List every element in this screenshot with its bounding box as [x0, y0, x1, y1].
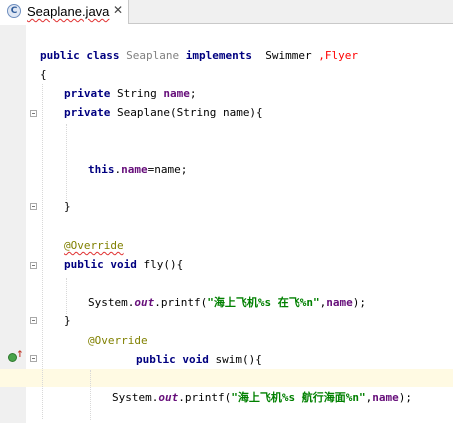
call-end: );: [352, 296, 366, 309]
code-line-11: @Override: [88, 334, 148, 348]
interface-name: Swimmer: [265, 49, 312, 62]
field-name: name: [163, 87, 190, 100]
brace: }: [64, 200, 71, 213]
keyword: private: [64, 106, 111, 119]
string-literal: "海上飞机%s 在飞%n": [207, 296, 320, 309]
keyword: this: [88, 163, 115, 176]
annotation: @Override: [88, 334, 148, 347]
code-line-6: }: [64, 200, 71, 214]
code-line-5: this.name=name;: [88, 163, 187, 177]
indent-guide: [90, 370, 91, 420]
keyword: public: [136, 353, 176, 366]
static-field: out: [158, 391, 179, 404]
java-class-icon: C: [7, 4, 21, 18]
method-signature: fly(){: [143, 258, 184, 271]
constructor-signature: Seaplane(String name){: [116, 106, 263, 119]
brace: {: [40, 68, 47, 81]
class-name: Seaplane: [126, 49, 180, 62]
keyword: void: [110, 258, 137, 271]
close-icon[interactable]: ✕: [113, 3, 123, 17]
fold-marker[interactable]: [30, 262, 37, 269]
string-literal: "海上飞机%s 航行海面%n": [231, 391, 366, 404]
tab-seaplane-java[interactable]: C Seaplane.java ✕: [0, 0, 129, 24]
field-name: name: [372, 391, 399, 404]
method-call: .printf(: [178, 391, 232, 404]
code-line-8: public void fly(){: [64, 258, 183, 272]
interface-name-error: ,Flyer: [318, 49, 358, 62]
keyword: private: [64, 87, 111, 100]
class-ref: System.: [88, 296, 135, 309]
code-line-3: private String name;: [64, 87, 196, 101]
fold-marker[interactable]: [30, 317, 37, 324]
indent-guide: [66, 124, 67, 200]
annotation: @Override: [64, 239, 124, 252]
fold-marker[interactable]: [30, 355, 37, 362]
editor-gutter: [0, 25, 26, 423]
code-line-1: public class Seaplane implements Swimmer…: [40, 49, 358, 63]
current-line-highlight: [0, 369, 453, 387]
keyword: public: [40, 49, 80, 62]
keyword: void: [182, 353, 209, 366]
method-signature: swim(){: [215, 353, 262, 366]
call-end: );: [398, 391, 412, 404]
arrow-up-icon: ↑: [16, 350, 24, 360]
code-line-12: public void swim(){: [136, 353, 262, 367]
field-name: name: [121, 163, 148, 176]
brace: }: [64, 314, 71, 327]
tab-filename: Seaplane.java: [27, 4, 110, 19]
static-field: out: [134, 296, 155, 309]
code-line-2: {: [40, 68, 47, 82]
keyword: implements: [185, 49, 252, 62]
keyword: class: [86, 49, 120, 62]
code-line-9: System.out.printf("海上飞机%s 在飞%n",name);: [88, 296, 366, 310]
type-name: String: [116, 87, 157, 100]
field-name: name: [326, 296, 353, 309]
method-call: .printf(: [154, 296, 208, 309]
fold-marker[interactable]: [30, 203, 37, 210]
code-line-10: }: [64, 314, 71, 328]
indent-guide: [42, 84, 43, 419]
indent-guide: [66, 278, 67, 314]
editor-tab-bar: C Seaplane.java ✕: [0, 0, 453, 24]
fold-marker[interactable]: [30, 110, 37, 117]
assignment: =name;: [147, 163, 188, 176]
semicolon: ;: [189, 87, 197, 100]
code-line-13: System.out.printf("海上飞机%s 航行海面%n",name);: [112, 391, 412, 405]
class-ref: System.: [112, 391, 159, 404]
code-line-4: private Seaplane(String name){: [64, 106, 263, 120]
keyword: public: [64, 258, 104, 271]
code-line-7: @Override: [64, 239, 124, 253]
